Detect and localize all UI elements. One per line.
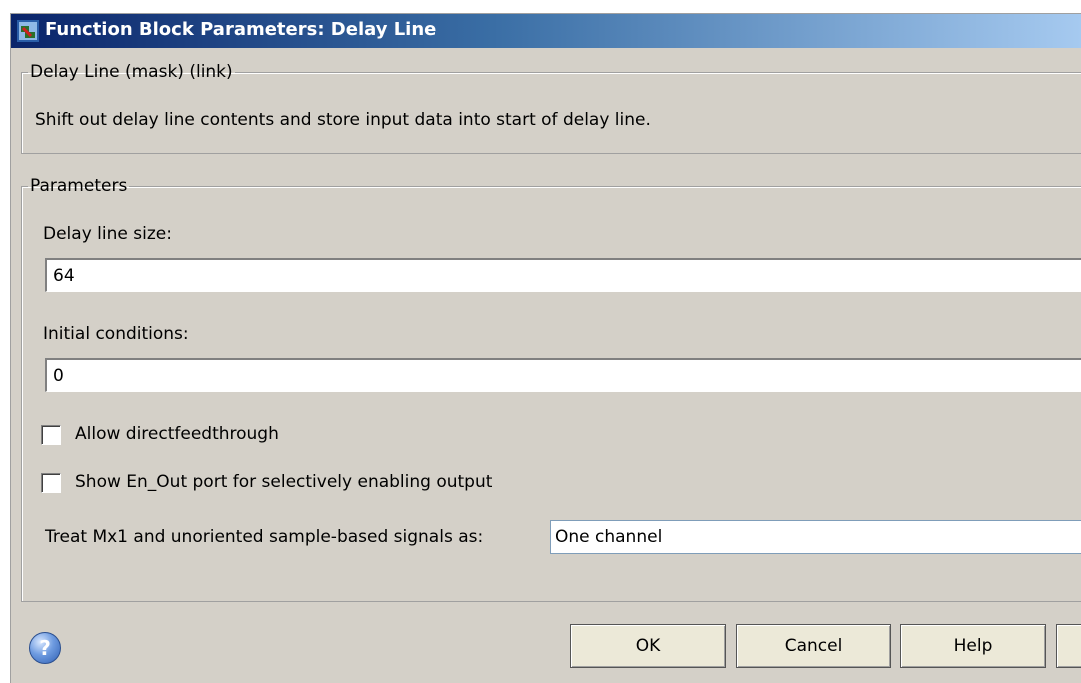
- initial-conditions-field[interactable]: 0: [45, 358, 1081, 392]
- parameters-group-legend: Parameters: [30, 176, 128, 196]
- mask-description-text: Shift out delay line contents and store …: [35, 110, 651, 130]
- show-en-out-label[interactable]: Show En_Out port for selectively enablin…: [75, 472, 492, 492]
- delay-line-size-value: 64: [53, 266, 75, 286]
- ok-button[interactable]: OK: [570, 624, 726, 668]
- initial-conditions-value: 0: [53, 366, 64, 386]
- question-circle-icon[interactable]: ?: [29, 632, 61, 664]
- delay-line-size-field[interactable]: 64: [45, 258, 1081, 292]
- mask-group-legend: Delay Line (mask) (link): [30, 62, 233, 82]
- title-bar[interactable]: Function Block Parameters: Delay Line: [11, 14, 1081, 48]
- dialog-window: Function Block Parameters: Delay Line De…: [10, 13, 1081, 683]
- simulink-block-icon: [17, 20, 39, 42]
- show-en-out-checkbox[interactable]: [41, 473, 61, 493]
- treat-mx1-dropdown[interactable]: One channel: [550, 520, 1081, 554]
- treat-mx1-label: Treat Mx1 and unoriented sample-based si…: [45, 527, 484, 547]
- mask-description-group: Delay Line (mask) (link): [21, 62, 1081, 154]
- allow-direct-feedthrough-checkbox[interactable]: [41, 425, 61, 445]
- initial-conditions-label: Initial conditions:: [43, 324, 189, 344]
- help-button[interactable]: Help: [900, 624, 1046, 668]
- delay-line-size-label: Delay line size:: [43, 224, 172, 244]
- allow-direct-feedthrough-label[interactable]: Allow directfeedthrough: [75, 424, 279, 444]
- treat-mx1-selected-value: One channel: [555, 527, 663, 547]
- cancel-button[interactable]: Cancel: [736, 624, 891, 668]
- apply-button-partial[interactable]: [1056, 624, 1081, 668]
- window-title: Function Block Parameters: Delay Line: [45, 19, 437, 40]
